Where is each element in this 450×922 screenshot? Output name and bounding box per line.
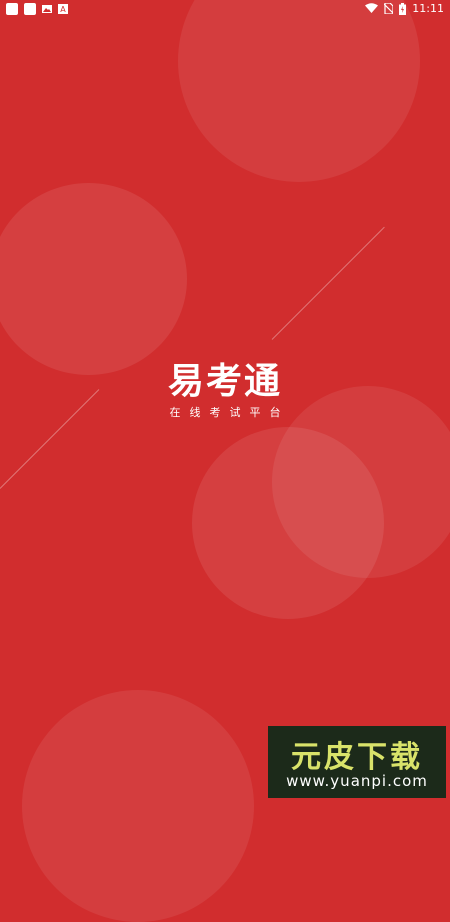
decorative-circle [178, 0, 420, 182]
watermark-title: 元皮下载 [291, 740, 423, 775]
square-icon [24, 3, 36, 15]
decorative-line [271, 226, 385, 340]
image-icon [42, 5, 52, 13]
status-time: 11:11 [412, 2, 444, 15]
decorative-circle [22, 690, 254, 922]
watermark-url: www.yuanpi.com [286, 772, 428, 790]
watermark-badge: 元皮下载 www.yuanpi.com [268, 726, 446, 798]
decorative-circle [0, 183, 187, 375]
app-tagline: 在线考试平台 [169, 406, 290, 419]
status-bar-notifications: A [6, 3, 68, 15]
svg-text:A: A [60, 5, 66, 14]
app-logo-title: 易考通 [167, 361, 282, 402]
a-icon: A [58, 4, 68, 14]
decorative-circle [192, 427, 384, 619]
square-icon [6, 3, 18, 15]
